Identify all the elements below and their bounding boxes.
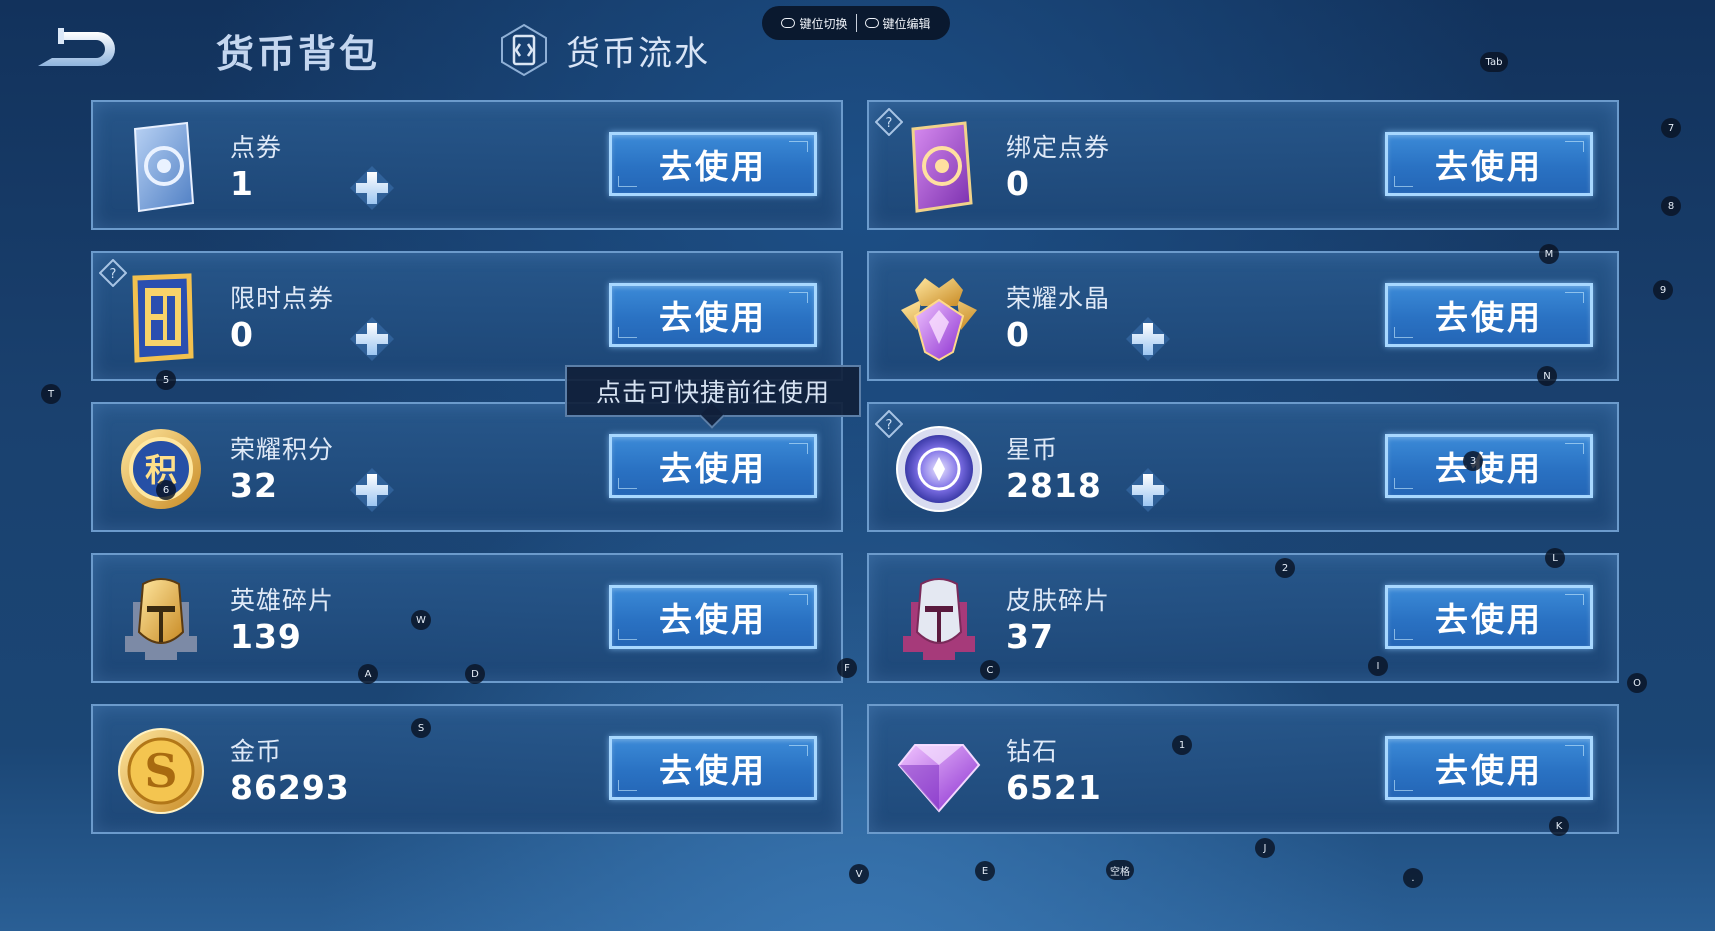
currency-amount: 37 <box>1006 617 1054 656</box>
currency-card-limited-voucher: ? 限时点券 0 去使用 <box>91 251 843 381</box>
key-hint: 9 <box>1653 280 1673 300</box>
key-hint: W <box>411 610 431 630</box>
key-hint: 3 <box>1463 451 1483 471</box>
tab-flow-label: 货币流水 <box>566 33 710 74</box>
key-hint: I <box>1368 656 1388 676</box>
currency-amount: 0 <box>230 315 254 354</box>
currency-flow-icon <box>501 23 547 77</box>
use-button[interactable]: 去使用 <box>1385 132 1593 196</box>
star-coin-icon <box>896 426 982 512</box>
currency-amount: 32 <box>230 466 278 505</box>
key-hint: 空格 <box>1106 860 1134 880</box>
gamepad-icon <box>781 18 796 28</box>
use-button[interactable]: 去使用 <box>1385 434 1593 498</box>
currency-card-hero-shards: 英雄碎片 139 去使用 <box>91 553 843 683</box>
key-hint: 7 <box>1661 118 1681 138</box>
use-button[interactable]: 去使用 <box>1385 585 1593 649</box>
currency-card-star-coin: ? 星币 2818 去使用 <box>867 402 1619 532</box>
key-hint: S <box>411 718 431 738</box>
currency-name: 荣耀水晶 <box>1006 284 1111 313</box>
add-plus-icon[interactable] <box>1124 315 1172 363</box>
key-hint: J <box>1255 838 1275 858</box>
key-hint: 1 <box>1172 735 1192 755</box>
gamepad-icon <box>864 18 879 28</box>
currency-card-bound-voucher: ? 绑定点券 0 去使用 <box>867 100 1619 230</box>
currency-amount: 86293 <box>230 768 350 807</box>
use-button[interactable]: 去使用 <box>609 434 817 498</box>
currency-name: 钻石 <box>1006 737 1059 766</box>
limited-voucher-icon <box>132 273 194 363</box>
key-hint: 5 <box>156 370 176 390</box>
currency-name: 皮肤碎片 <box>1006 586 1111 615</box>
currency-name: 星币 <box>1006 435 1059 464</box>
blue-card-icon <box>133 121 195 213</box>
purple-card-icon <box>911 121 973 213</box>
tab-wallet-label: 货币背包 <box>216 31 381 76</box>
currency-amount: 1 <box>230 164 254 203</box>
add-plus-icon[interactable] <box>348 164 396 212</box>
add-plus-icon[interactable] <box>348 466 396 514</box>
currency-amount: 0 <box>1006 164 1030 203</box>
key-hint: V <box>849 864 869 884</box>
use-shortcut-tooltip: 点击可快捷前往使用 <box>565 365 861 417</box>
currency-name: 金币 <box>230 737 283 766</box>
key-hint: M <box>1539 244 1559 264</box>
use-button[interactable]: 去使用 <box>1385 283 1593 347</box>
key-hint: D <box>465 664 485 684</box>
add-plus-icon[interactable] <box>348 315 396 363</box>
currency-amount: 139 <box>230 617 302 656</box>
tab-currency-wallet[interactable]: 货币背包 <box>216 22 380 78</box>
keybar-divider <box>855 14 857 32</box>
key-hint: K <box>1549 816 1569 836</box>
key-switch-button[interactable]: 键位切换 <box>781 15 848 32</box>
back-arrow-icon <box>38 28 115 66</box>
key-hint: C <box>980 660 1000 680</box>
currency-name: 限时点券 <box>230 284 335 313</box>
currency-card-glory-crystal: 荣耀水晶 0 去使用 <box>867 251 1619 381</box>
key-hint: 6 <box>156 480 176 500</box>
key-hint: 8 <box>1661 196 1681 216</box>
key-edit-label: 键位编辑 <box>882 16 931 31</box>
diamond-icon <box>897 744 981 813</box>
currency-card-diamond: 钻石 6521 去使用 <box>867 704 1619 834</box>
key-hint: O <box>1627 673 1647 693</box>
currency-name: 绑定点券 <box>1006 133 1111 162</box>
key-hint: E <box>975 861 995 881</box>
hero-helmet-icon <box>125 578 197 660</box>
key-hint: 2 <box>1275 558 1295 578</box>
currency-name: 荣耀积分 <box>230 435 335 464</box>
currency-amount: 6521 <box>1006 768 1102 807</box>
key-hint: T <box>41 384 61 404</box>
back-button[interactable] <box>34 24 124 70</box>
key-hint: Tab <box>1480 52 1508 72</box>
currency-card-glory-points: 积 荣耀积分 32 去使用 <box>91 402 843 532</box>
currency-amount: 0 <box>1006 315 1030 354</box>
key-hint: L <box>1545 548 1565 568</box>
key-hint: N <box>1537 366 1557 386</box>
use-button[interactable]: 去使用 <box>609 736 817 800</box>
currency-amount: 2818 <box>1006 466 1102 505</box>
key-edit-button[interactable]: 键位编辑 <box>864 15 931 32</box>
tab-currency-flow[interactable]: 货币流水 <box>496 22 710 78</box>
use-button[interactable]: 去使用 <box>609 132 817 196</box>
crystal-icon <box>901 278 977 362</box>
use-button[interactable]: 去使用 <box>609 283 817 347</box>
currency-card-voucher: 点券 1 去使用 <box>91 100 843 230</box>
points-medal-icon: 积 <box>121 429 201 509</box>
key-hint: . <box>1403 868 1423 888</box>
currency-name: 点券 <box>230 133 283 162</box>
add-plus-icon[interactable] <box>1124 466 1172 514</box>
key-switch-label: 键位切换 <box>799 16 848 31</box>
use-button[interactable]: 去使用 <box>609 585 817 649</box>
gold-coin-icon: S <box>118 728 204 814</box>
svg-text:S: S <box>144 744 177 798</box>
currency-card-skin-shards: 皮肤碎片 37 去使用 <box>867 553 1619 683</box>
currency-name: 英雄碎片 <box>230 586 335 615</box>
key-hint: F <box>837 658 857 678</box>
key-mapping-bar: 键位切换 键位编辑 <box>762 6 950 40</box>
currency-card-gold: S 金币 86293 去使用 <box>91 704 843 834</box>
key-hint: A <box>358 664 378 684</box>
use-button[interactable]: 去使用 <box>1385 736 1593 800</box>
skin-helmet-icon <box>903 578 975 660</box>
